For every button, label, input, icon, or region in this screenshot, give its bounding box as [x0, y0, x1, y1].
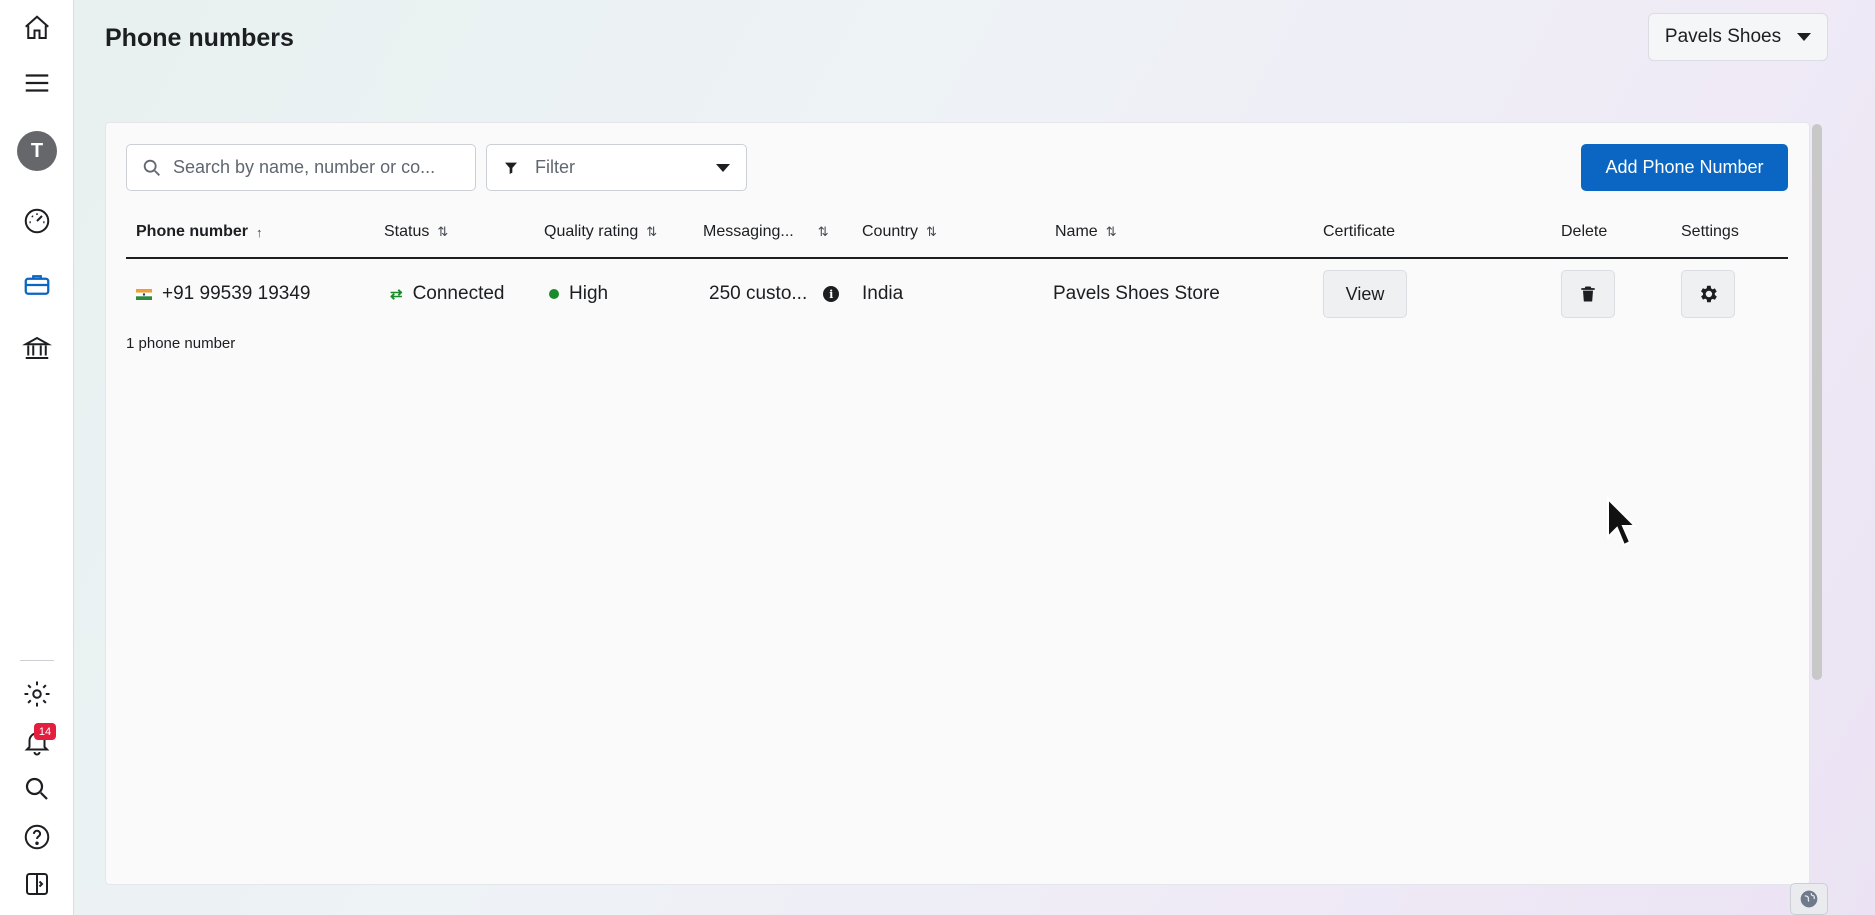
sort-icon: ⇅: [646, 224, 658, 239]
column-settings: Settings: [1681, 223, 1739, 240]
dashboard-gauge-icon[interactable]: [17, 201, 57, 241]
status-cell: ⇄ Connected: [390, 283, 505, 304]
phone-number-cell: +91 99539 19349: [136, 261, 310, 327]
gear-icon: [1701, 285, 1717, 303]
sort-icon: ⇅: [817, 224, 829, 239]
column-delete: Delete: [1561, 223, 1608, 240]
search-icon[interactable]: [17, 769, 57, 809]
filter-label: Filter: [535, 157, 575, 177]
search-input[interactable]: [173, 157, 463, 178]
notification-badge: 14: [34, 723, 56, 740]
left-sidebar: T 14: [0, 0, 74, 915]
phone-numbers-card: Filter Add Phone Number Phone number↑ St…: [105, 122, 1810, 885]
name-cell: Pavels Shoes Store: [1053, 283, 1220, 304]
settings-gear-icon[interactable]: [17, 674, 57, 714]
funnel-icon: [505, 162, 517, 174]
globe-icon[interactable]: [1790, 883, 1828, 915]
menu-icon[interactable]: [17, 63, 57, 103]
caret-down-icon: [1797, 33, 1812, 41]
search-box[interactable]: [126, 144, 476, 191]
delete-button[interactable]: [1561, 270, 1615, 318]
quality-cell: High: [549, 261, 608, 327]
settings-button[interactable]: [1681, 270, 1735, 318]
avatar[interactable]: T: [17, 131, 57, 171]
phone-number-count: 1 phone number: [126, 335, 236, 352]
column-quality-rating[interactable]: Quality rating ⇅: [544, 223, 657, 241]
vertical-scrollbar[interactable]: [1812, 124, 1822, 680]
view-certificate-button[interactable]: View: [1323, 270, 1407, 318]
sort-icon: ⇅: [926, 224, 937, 239]
panel-toggle-icon[interactable]: [17, 864, 57, 904]
delete-cell: [1561, 261, 1615, 327]
mouse-cursor-icon: [1607, 497, 1637, 547]
certificate-cell: View: [1323, 261, 1407, 327]
page-title: Phone numbers: [105, 24, 294, 52]
account-name: Pavels Shoes: [1664, 26, 1782, 47]
column-certificate: Certificate: [1323, 223, 1396, 240]
quality-dot-icon: [549, 289, 559, 299]
caret-down-icon: [716, 163, 730, 172]
table-header: Phone number ↑ Status ⇅ Quality rating ⇅ Me…: [126, 213, 1788, 259]
table-row[interactable]: +91 99539 19349 ⇄ Connected High 250 cus…: [126, 261, 1788, 327]
help-icon[interactable]: [17, 817, 57, 857]
column-name[interactable]: Name ⇅: [1055, 223, 1117, 241]
sort-icon: ⇅: [437, 224, 449, 239]
messaging-cell: 250 custo... i: [709, 261, 840, 327]
sort-icon: ⇅: [1105, 224, 1117, 239]
add-phone-number-button[interactable]: Add Phone Number: [1581, 144, 1788, 191]
country-cell: India: [862, 283, 904, 304]
column-country[interactable]: Country ⇅: [862, 223, 937, 241]
settings-cell: [1681, 261, 1735, 327]
sidebar-divider: [20, 660, 54, 661]
filter-dropdown[interactable]: Filter: [486, 144, 747, 191]
connected-arrows-icon: ⇄: [390, 286, 403, 303]
home-icon[interactable]: [17, 8, 57, 48]
column-phone-number[interactable]: Phone number ↑: [136, 223, 263, 241]
briefcase-icon[interactable]: [17, 265, 57, 305]
india-flag-icon: [136, 288, 152, 300]
bank-icon[interactable]: [17, 328, 57, 368]
info-icon[interactable]: i: [823, 286, 840, 302]
column-status[interactable]: Status ⇅: [384, 223, 448, 241]
search-icon: [143, 159, 160, 176]
trash-icon: [1581, 286, 1595, 302]
sort-ascending-icon: ↑: [256, 224, 263, 240]
account-selector[interactable]: Pavels Shoes: [1648, 13, 1828, 61]
column-messaging[interactable]: Messaging... ⇅: [703, 223, 829, 241]
